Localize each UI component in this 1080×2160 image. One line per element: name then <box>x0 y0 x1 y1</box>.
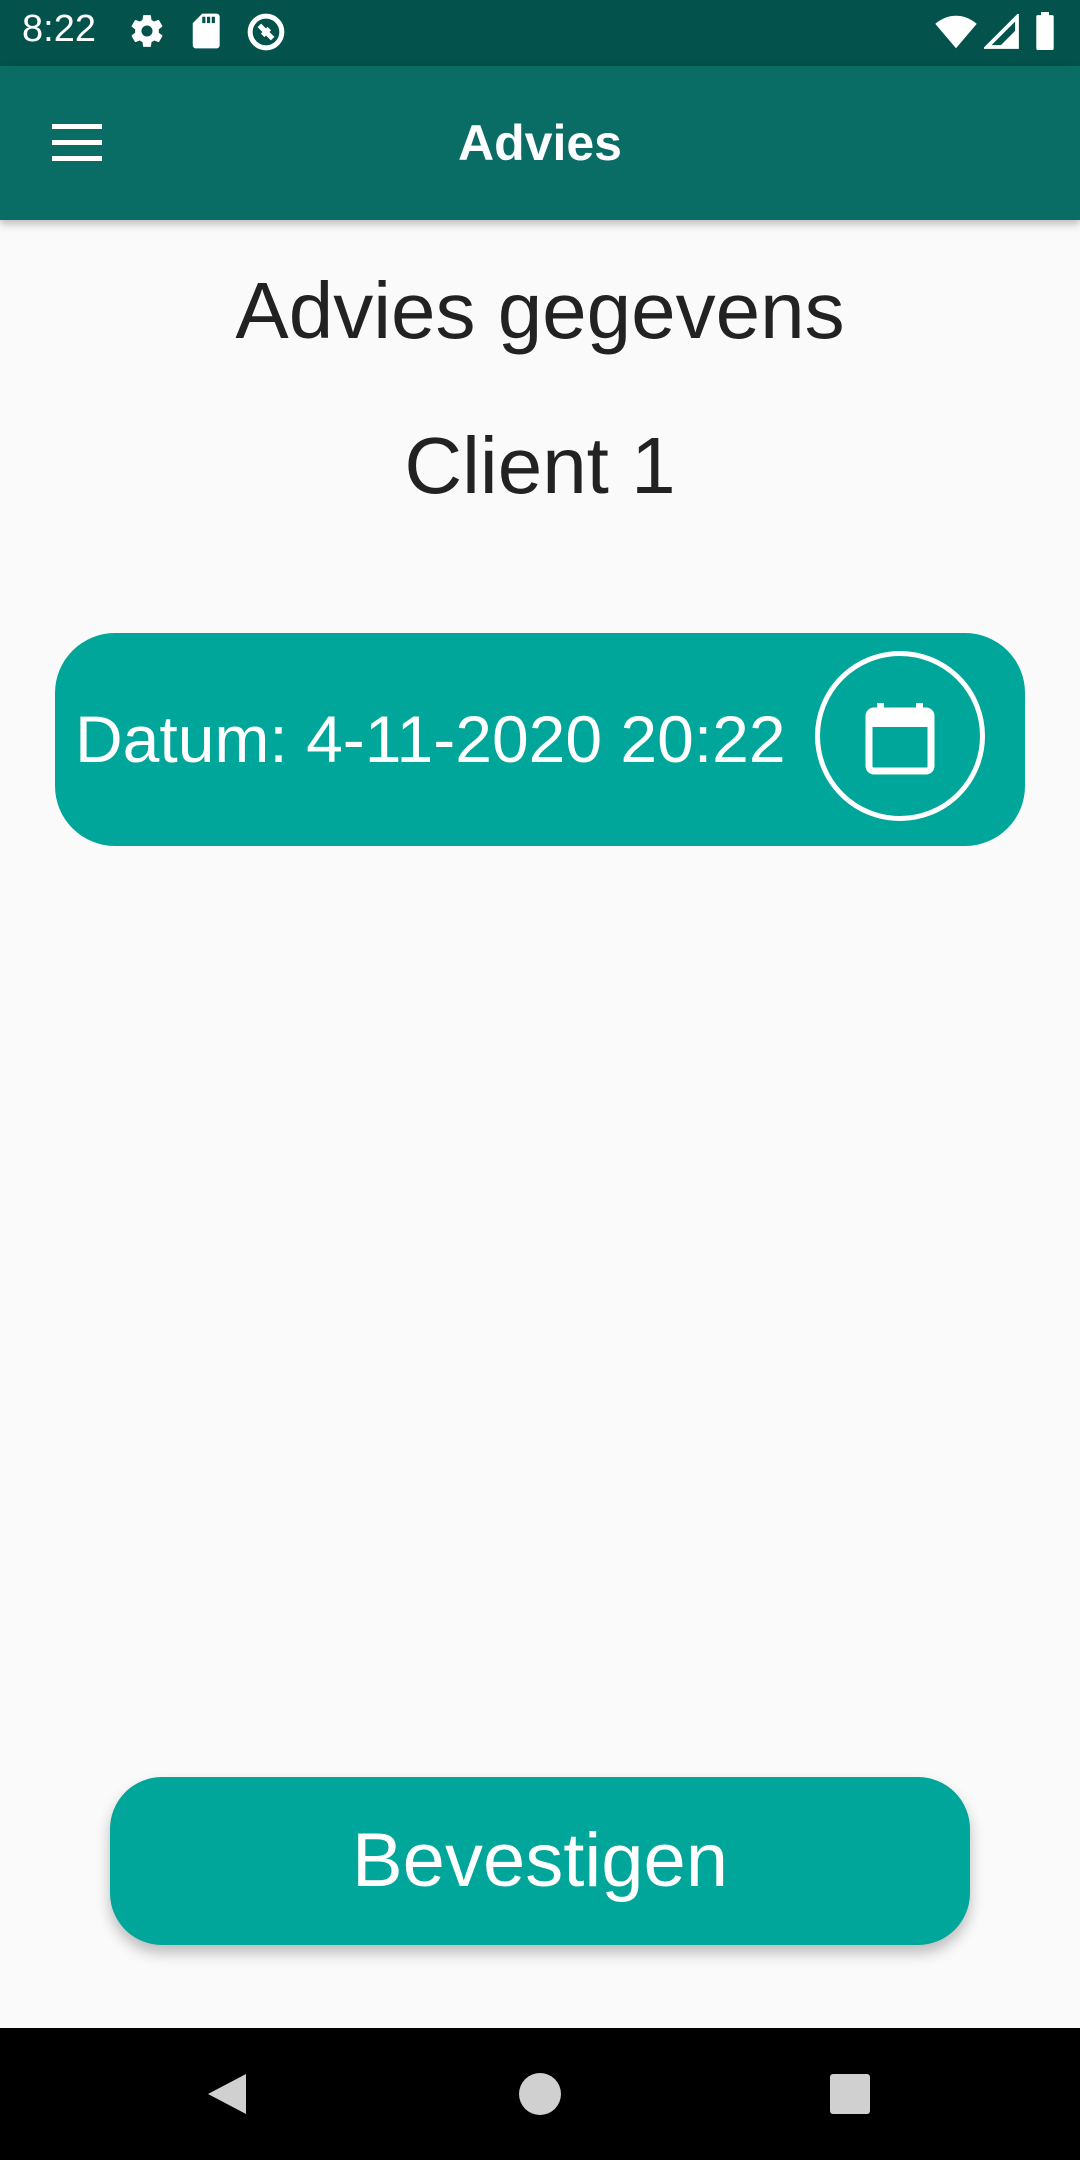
date-label: Datum: 4-11-2020 20:22 <box>75 702 786 776</box>
hamburger-menu-icon[interactable] <box>40 118 114 168</box>
back-icon[interactable] <box>200 2064 260 2129</box>
navigation-bar <box>0 2028 1080 2160</box>
status-bar: 8:22 <box>0 0 1080 66</box>
settings-icon <box>128 12 166 55</box>
battery-icon <box>1034 12 1056 55</box>
status-time: 8:22 <box>22 8 96 50</box>
page-title: Advies gegevens <box>235 266 845 355</box>
client-name: Client 1 <box>404 421 676 510</box>
app-bar-title: Advies <box>458 115 622 171</box>
confirm-button[interactable]: Bevestigen <box>110 1777 970 1945</box>
vpn-icon <box>246 12 286 57</box>
date-card: Datum: 4-11-2020 20:22 <box>55 633 1025 846</box>
signal-icon <box>982 12 1020 55</box>
wifi-icon <box>934 14 978 55</box>
app-bar: Advies <box>0 66 1080 220</box>
recents-icon[interactable] <box>820 2064 880 2129</box>
calendar-icon <box>865 703 935 775</box>
calendar-button[interactable] <box>815 651 985 821</box>
sd-card-icon <box>190 12 224 55</box>
home-icon[interactable] <box>510 2064 570 2129</box>
